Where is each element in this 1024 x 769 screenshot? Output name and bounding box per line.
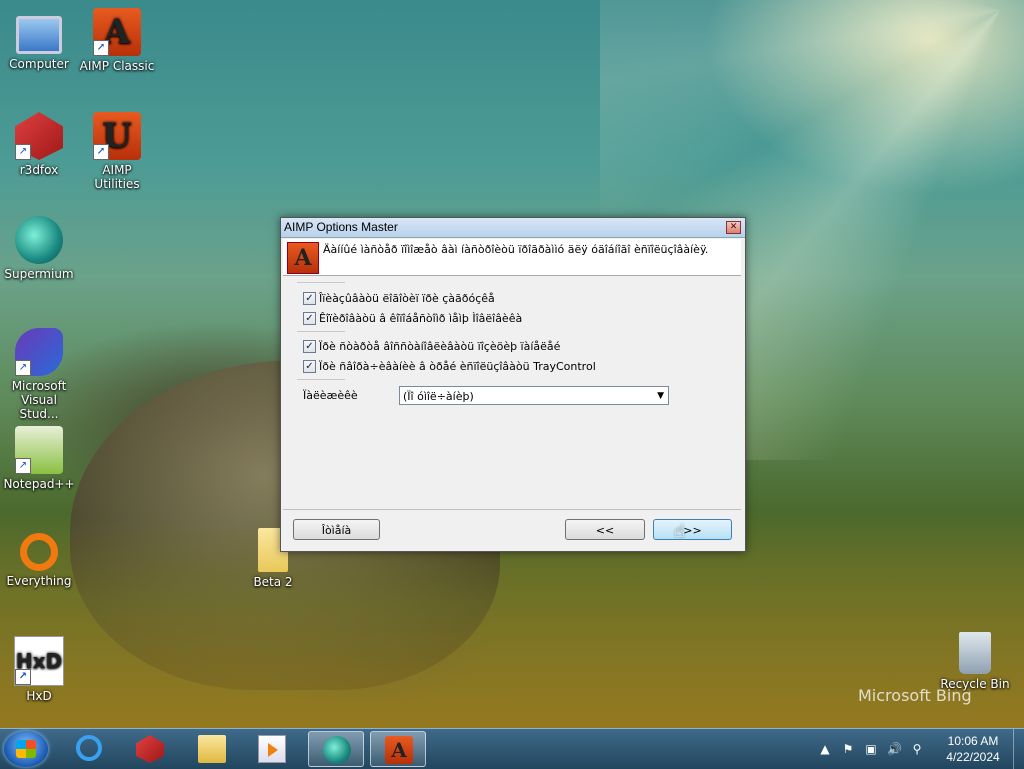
- back-button[interactable]: <<: [565, 519, 645, 540]
- r3dfox-icon: [136, 735, 164, 763]
- group-separator: [297, 379, 345, 380]
- everything-icon: [20, 533, 58, 571]
- desktop-icon-notepadpp[interactable]: ↗ Notepad++: [1, 426, 77, 491]
- system-tray: ▲ ⚑ ▣ 🔊 ⚲: [818, 729, 924, 769]
- shortcut-arrow-icon: ↗: [15, 144, 31, 160]
- taskbar-supermium[interactable]: [308, 731, 364, 767]
- aimp-icon: A: [385, 736, 413, 764]
- aimp-options-master-dialog: AIMP Options Master ✕ A Äàííûé ìàñòåð ïî…: [280, 217, 746, 552]
- option-copy-to-menu[interactable]: ✓ Êîïèðîâàòü â êîïîáåñòîìð ìåìþ Ìîâëîâèê…: [303, 310, 522, 326]
- taskbar-internet-explorer[interactable]: [62, 731, 118, 767]
- desktop-icon-label: Computer: [9, 57, 69, 71]
- notepadpp-icon: ↗: [15, 426, 63, 474]
- desktop-icon-aimp-utilities[interactable]: U ↗ AIMP Utilities: [79, 112, 155, 191]
- aimp-utilities-icon: U ↗: [93, 112, 141, 160]
- language-label: Ïàëèæèêè: [303, 389, 358, 402]
- desktop-icon-label: Microsoft Visual Stud...: [11, 379, 67, 421]
- search-icon[interactable]: ⚲: [910, 742, 924, 756]
- checkbox-label: Ïðè ñâîðà÷èâàíèè â òðåé èñïîëüçîâàòü Tra…: [319, 359, 596, 373]
- dialog-header: A Äàííûé ìàñòåð ïîìîæåò âàì íàñòðîèòü ïð…: [283, 239, 741, 276]
- language-select[interactable]: (Ïî óìîë÷àíèþ) ▼: [399, 386, 669, 405]
- folder-icon: [198, 735, 226, 763]
- desktop-wallpaper: Computer A ↗ AIMP Classic ↗ r3dfox U ↗ AIM…: [0, 0, 1024, 728]
- desktop-icon-r3dfox[interactable]: ↗ r3dfox: [1, 112, 77, 177]
- option-tray-control[interactable]: ✓ Ïðè ñâîðà÷èâàíèè â òðåé èñïîëüçîâàòü T…: [303, 358, 596, 374]
- group-separator: [297, 331, 345, 332]
- start-button[interactable]: [4, 731, 48, 767]
- desktop-icon-label: AIMP Classic: [79, 59, 155, 73]
- taskbar: A ▲ ⚑ ▣ 🔊 ⚲ 10:06 AM 4/22/2024: [0, 728, 1024, 769]
- recycle-bin-icon: [959, 632, 991, 674]
- clock-time: 10:06 AM: [947, 734, 999, 748]
- shortcut-arrow-icon: ↗: [15, 360, 31, 376]
- close-button[interactable]: ✕: [726, 221, 741, 234]
- footer-divider: [283, 509, 741, 510]
- desktop-icon-visual-studio[interactable]: ↗ Microsoft Visual Stud...: [1, 328, 77, 421]
- checkbox[interactable]: ✓: [303, 359, 316, 373]
- cancel-button[interactable]: Îòìåíà: [293, 519, 380, 540]
- computer-icon: [16, 16, 62, 54]
- windows-logo-icon: [16, 740, 36, 758]
- taskbar-r3dfox[interactable]: [122, 731, 178, 767]
- action-center-flag-icon[interactable]: ⚑: [841, 742, 855, 756]
- shortcut-arrow-icon: ↗: [15, 458, 31, 474]
- desktop-icon-label: AIMP Utilities: [94, 163, 140, 191]
- desktop-icon-everything[interactable]: Everything: [1, 528, 77, 588]
- checkbox[interactable]: ✓: [303, 311, 316, 325]
- desktop-icon-label: Supermium: [4, 267, 74, 281]
- desktop-icon-hxd[interactable]: HxD ↗ HxD: [1, 636, 77, 703]
- dialog-titlebar[interactable]: AIMP Options Master ✕: [281, 218, 745, 238]
- r3dfox-icon: ↗: [15, 112, 63, 160]
- supermium-icon: [323, 736, 351, 764]
- option-show-logo[interactable]: ✓ Îïèàçûâàòü ëîãîòèï ïðè çàãðóçêå: [303, 290, 495, 306]
- group-separator: [297, 282, 345, 283]
- hxd-icon: HxD ↗: [14, 636, 64, 686]
- next-button[interactable]: >>: [653, 519, 732, 540]
- internet-explorer-icon: [76, 735, 102, 761]
- desktop-icon-computer[interactable]: Computer: [1, 8, 77, 71]
- desktop-icon-label: Everything: [6, 574, 72, 588]
- media-player-icon: [258, 735, 286, 763]
- option-restore-panels[interactable]: ✓ Ïðè ñòàðòå âîññòàíîâëèâàòü ïîçèöèþ ïàí…: [303, 338, 560, 354]
- network-icon[interactable]: ▣: [864, 742, 878, 756]
- chevron-down-icon: ▼: [657, 391, 664, 401]
- shortcut-arrow-icon: ↗: [93, 40, 109, 56]
- desktop-icon-label: Notepad++: [3, 477, 75, 491]
- desktop-icon-label: HxD: [26, 689, 52, 703]
- language-select-value: (Ïî óìîë÷àíèþ): [403, 390, 474, 403]
- taskbar-file-explorer[interactable]: [184, 731, 240, 767]
- desktop-icon-label: Beta 2: [253, 575, 293, 589]
- hand-cursor-icon: ☝: [674, 521, 685, 542]
- show-hidden-icons-icon[interactable]: ▲: [818, 742, 832, 756]
- desktop-icon-aimp-classic[interactable]: A ↗ AIMP Classic: [79, 8, 155, 73]
- checkbox-label: Îïèàçûâàòü ëîãîòèï ïðè çàãðóçêå: [319, 291, 495, 305]
- taskbar-media-player[interactable]: [244, 731, 300, 767]
- visual-studio-icon: ↗: [15, 328, 63, 376]
- supermium-icon: [15, 216, 63, 264]
- taskbar-aimp[interactable]: A: [370, 731, 426, 767]
- taskbar-clock[interactable]: 10:06 AM 4/22/2024: [936, 733, 1010, 765]
- checkbox[interactable]: ✓: [303, 339, 316, 353]
- desktop-icon-label: r3dfox: [19, 163, 59, 177]
- desktop-icon-recycle-bin[interactable]: Recycle Bin: [937, 632, 1013, 691]
- aimp-logo-icon: A: [287, 242, 319, 274]
- show-desktop-button[interactable]: [1013, 729, 1024, 769]
- checkbox[interactable]: ✓: [303, 291, 316, 305]
- checkbox-label: Ïðè ñòàðòå âîññòàíîâëèâàòü ïîçèöèþ ïàíåë…: [319, 339, 561, 353]
- clock-date: 4/22/2024: [946, 750, 1000, 764]
- aimp-icon: A ↗: [93, 8, 141, 56]
- shortcut-arrow-icon: ↗: [15, 669, 31, 685]
- volume-icon[interactable]: 🔊: [887, 742, 902, 756]
- bing-watermark: Microsoft Bing: [858, 686, 972, 705]
- dialog-header-text: Äàííûé ìàñòåð ïîìîæåò âàì íàñòðîèòü ïðîã…: [323, 243, 709, 256]
- checkbox-label: Êîïèðîâàòü â êîïîáåñòîìð ìåìþ Ìîâëîâèêà: [319, 311, 523, 325]
- shortcut-arrow-icon: ↗: [93, 144, 109, 160]
- dialog-title: AIMP Options Master: [284, 220, 398, 234]
- desktop-icon-supermium[interactable]: Supermium: [1, 216, 77, 281]
